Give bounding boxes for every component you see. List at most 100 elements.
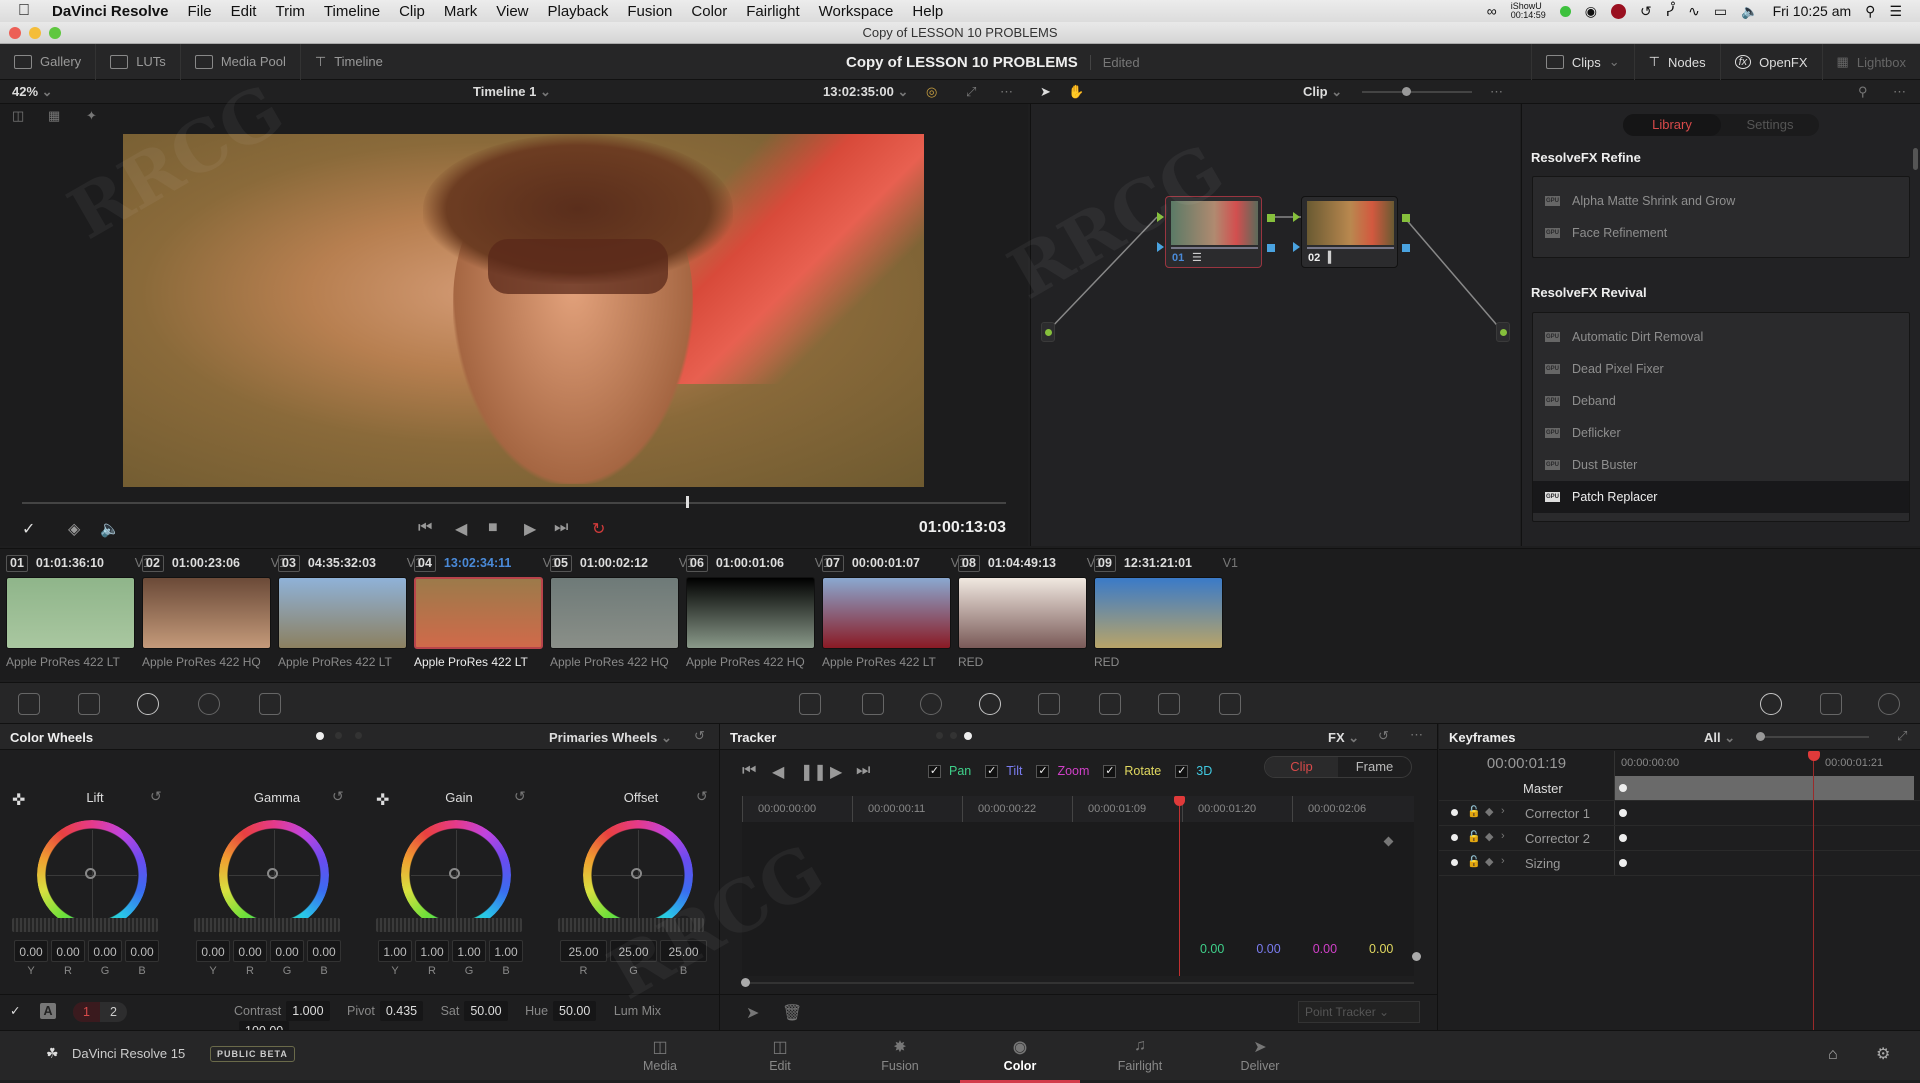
rgb-mixer-icon[interactable] — [198, 693, 220, 715]
bluetooth-icon[interactable]: ᓮ — [1666, 3, 1674, 20]
tracker-playhead[interactable] — [1179, 796, 1180, 976]
keyframe-row[interactable]: 🔓 ◆ › Sizing — [1439, 851, 1920, 876]
library-scrollbar[interactable] — [1913, 148, 1918, 170]
page-dot[interactable] — [936, 732, 943, 739]
more-options-icon[interactable]: ⋯ — [1410, 727, 1423, 743]
home-icon[interactable]: ⌂ — [1828, 1046, 1838, 1064]
clip-03[interactable]: 03 04:35:32:03 V1 Apple ProRes 422 LT — [272, 549, 422, 681]
keyframe-track[interactable] — [1614, 801, 1914, 825]
page-tab-color[interactable]: ◉ Color — [960, 1037, 1080, 1083]
checkbox[interactable]: ✓ — [928, 764, 941, 778]
page-tab-edit[interactable]: ◫ Edit — [740, 1037, 820, 1073]
source-input[interactable] — [1041, 322, 1055, 342]
enable-dot-icon[interactable] — [1451, 809, 1458, 816]
page-1-button[interactable]: 1 — [73, 1002, 100, 1022]
keyframe-dot[interactable] — [1619, 784, 1627, 792]
fx-item[interactable]: GPU Dust Buster — [1533, 449, 1909, 481]
timecode-dropdown[interactable]: 13:02:35:00 ⌄ — [823, 80, 908, 104]
auto-balance-icon[interactable]: ✓ — [10, 1003, 20, 1018]
wheel-puck[interactable] — [85, 868, 96, 879]
tracker-icon[interactable] — [979, 693, 1001, 715]
lock-icon[interactable]: 🔓 — [1467, 805, 1481, 818]
clip-07[interactable]: 07 00:00:01:07 V1 Apple ProRes 422 LT — [816, 549, 966, 681]
tab-library[interactable]: Library — [1623, 114, 1721, 136]
wifi-icon[interactable]: ∿ — [1688, 3, 1700, 20]
tracker-ruler[interactable]: 00:00:00:00 00:00:00:11 00:00:00:22 00:00:0… — [742, 796, 1414, 822]
page-dot-active[interactable] — [964, 732, 972, 740]
contrast-field[interactable]: 1.000 — [286, 1001, 330, 1021]
delete-tracker-point-icon[interactable]: 🗑 — [782, 1003, 802, 1023]
page-tab-deliver[interactable]: ➤ Deliver — [1220, 1037, 1300, 1073]
tracker-h-scroll[interactable] — [742, 982, 1414, 984]
node-key-output-port[interactable] — [1402, 244, 1410, 252]
check-rotate[interactable]: ✓ Rotate — [1103, 764, 1161, 778]
keyframes-ruler[interactable]: 00:00:00:00 00:00:01:21 — [1614, 751, 1920, 776]
value-field[interactable]: 1.00 — [378, 940, 412, 962]
node-zoom-slider[interactable] — [1362, 87, 1472, 96]
keyframe-marker[interactable] — [1383, 836, 1394, 847]
node-key-input-port[interactable] — [1293, 242, 1300, 252]
highlight-icon[interactable]: ◎ — [926, 80, 937, 104]
clip-06[interactable]: 06 01:00:01:06 V1 Apple ProRes 422 HQ — [680, 549, 830, 681]
fx-item[interactable]: GPU Face Refinement — [1533, 217, 1909, 249]
video-frame[interactable] — [123, 134, 924, 487]
expand-chevron-icon[interactable]: › — [1501, 830, 1505, 842]
timeline-button[interactable]: ⊤ Timeline — [301, 44, 397, 80]
wheel-puck[interactable] — [449, 868, 460, 879]
reset-all-icon[interactable]: ↺ — [694, 728, 705, 744]
track-pause-button[interactable]: ❚❚ — [800, 762, 827, 782]
clip-thumbnail[interactable] — [142, 577, 271, 649]
clip-04[interactable]: 04 13:02:34:11 V1 Apple ProRes 422 LT — [408, 549, 558, 681]
diamond-icon[interactable]: ◆ — [1485, 855, 1493, 868]
node-output-port[interactable] — [1267, 214, 1275, 222]
value-field[interactable]: 0.00 — [270, 940, 304, 962]
page-dot[interactable] — [950, 732, 957, 739]
value-field[interactable]: 0.00 — [233, 940, 267, 962]
enable-dot-icon[interactable] — [1451, 859, 1458, 866]
node-key-output-port[interactable] — [1267, 244, 1275, 252]
grid-icon[interactable]: ▦ — [48, 108, 60, 124]
track-forward-button[interactable]: ▶ — [830, 762, 842, 782]
openfx-button[interactable]: fx OpenFX — [1719, 44, 1822, 80]
reset-icon[interactable]: ↺ — [1378, 728, 1389, 744]
clip-08[interactable]: 08 01:04:49:13 V1 RED — [952, 549, 1102, 681]
key-icon[interactable] — [1099, 693, 1121, 715]
tracker-graph[interactable]: 00:00:00:00 00:00:00:11 00:00:00:22 00:00:0… — [742, 796, 1414, 976]
wheel-puck[interactable] — [267, 868, 278, 879]
pivot-field[interactable]: 0.435 — [379, 1001, 424, 1021]
tracker-zoom-handle[interactable] — [741, 978, 750, 987]
clip-mode-button[interactable]: Clip — [1265, 757, 1338, 777]
value-field[interactable]: 0.00 — [196, 940, 230, 962]
clip-thumbnail[interactable] — [822, 577, 951, 649]
lock-icon[interactable]: 🔓 — [1467, 830, 1481, 843]
zoom-window-button[interactable] — [49, 27, 61, 39]
keyframe-track[interactable] — [1614, 776, 1914, 800]
expand-chevron-icon[interactable]: › — [1501, 855, 1505, 867]
lightbox-button[interactable]: ▦ Lightbox — [1821, 44, 1920, 80]
stop-button[interactable]: ■ — [488, 519, 498, 537]
creative-cloud-icon[interactable]: ∞ — [1487, 3, 1497, 19]
master-wheel[interactable] — [194, 918, 340, 932]
checkbox[interactable]: ✓ — [1175, 764, 1189, 778]
info-icon[interactable] — [1878, 693, 1900, 715]
tracker-mode-dropdown[interactable]: FX ⌄ — [1328, 730, 1359, 746]
node-tree-output[interactable] — [1496, 322, 1510, 342]
motion-effects-icon[interactable] — [259, 693, 281, 715]
fx-item[interactable]: GPU Automatic Dirt Removal — [1533, 321, 1909, 353]
jump-end-button[interactable]: ⏭ — [554, 519, 568, 537]
master-wheel[interactable] — [376, 918, 522, 932]
media-pool-button[interactable]: Media Pool — [181, 43, 301, 80]
value-field[interactable]: 25.00 — [660, 940, 707, 962]
enable-dot-icon[interactable] — [1451, 834, 1458, 841]
volume-icon[interactable]: 🔈 — [1741, 3, 1758, 20]
playhead[interactable] — [686, 496, 690, 508]
keyframe-dot[interactable] — [1619, 859, 1627, 867]
time-machine-icon[interactable]: ↺ — [1640, 3, 1652, 20]
jump-start-button[interactable]: ⏮ — [418, 519, 432, 537]
checkbox[interactable]: ✓ — [1103, 764, 1117, 778]
split-screen-icon[interactable]: ◫ — [12, 108, 24, 124]
page-tab-media[interactable]: ◫ Media — [620, 1037, 700, 1073]
luts-button[interactable]: LUTs — [96, 43, 181, 80]
node-editor[interactable]: 01 ☰ 02 ▍ — [1030, 104, 1520, 546]
magic-wand-icon[interactable]: ✦ — [86, 108, 97, 124]
